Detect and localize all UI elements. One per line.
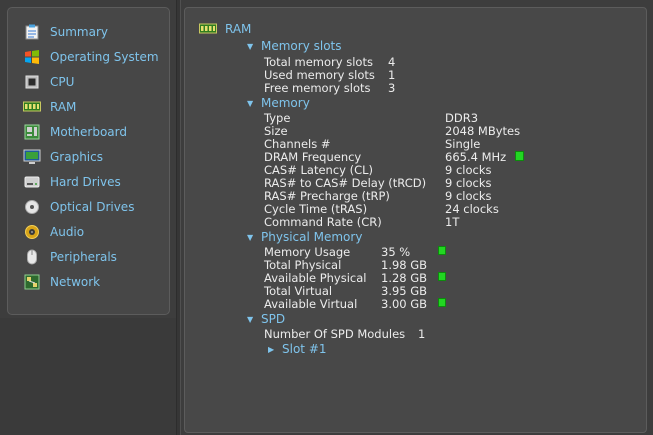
sidebar-item-ram[interactable]: RAM [8,94,169,119]
audio-icon [23,224,41,240]
sidebar-item-operating-system[interactable]: Operating System [8,44,169,69]
row-value: 3 [388,81,396,95]
sidebar-item-audio[interactable]: Audio [8,219,169,244]
motherboard-icon [23,124,41,140]
section-spd[interactable]: ▼ SPD [247,312,285,326]
splitter[interactable] [176,0,181,435]
sidebar-item-label: Motherboard [50,124,127,139]
windows-icon [23,49,41,65]
details-panel: RAM ▼ Memory slots Total memory slots 4 … [184,7,647,433]
row-label: Number Of SPD Modules [264,327,406,341]
summary-icon [23,24,41,40]
status-indicator [438,272,446,281]
status-indicator [515,151,524,161]
sidebar-item-label: CPU [50,74,75,89]
expanded-triangle-icon: ▼ [247,232,254,242]
status-indicator [438,246,446,255]
sidebar-item-label: Network [50,274,101,289]
sidebar-item-cpu[interactable]: CPU [8,69,169,94]
row-label: Available Virtual [264,297,358,311]
sidebar-item-label: Peripherals [50,249,117,264]
mouse-icon [23,249,41,265]
section-memory[interactable]: ▼ Memory [247,96,310,110]
sidebar-item-label: RAM [50,99,77,114]
sidebar-item-optical-drives[interactable]: Optical Drives [8,194,169,219]
row-value: 1T [445,215,460,229]
sidebar-item-graphics[interactable]: Graphics [8,144,169,169]
collapsed-triangle-icon: ▶ [268,344,275,354]
section-physical-memory[interactable]: ▼ Physical Memory [247,230,362,244]
ram-icon [23,99,41,115]
tree-item-slot-1[interactable]: ▶ Slot #1 [268,342,327,356]
section-memory-slots[interactable]: ▼ Memory slots [247,39,342,53]
sidebar-item-label: Optical Drives [50,199,135,214]
tree-root-label: RAM [225,22,252,36]
hard-drive-icon [23,174,41,190]
row-value: 3.00 GB [381,297,428,311]
sidebar-item-hard-drives[interactable]: Hard Drives [8,169,169,194]
section-title: Memory [261,96,310,110]
sidebar: Summary Operating System CPU RAM Motherb… [7,7,170,315]
sidebar-item-label: Summary [50,24,108,39]
tree-root-ram[interactable]: RAM [199,22,251,36]
optical-drive-icon [23,199,41,215]
expanded-triangle-icon: ▼ [247,314,254,324]
monitor-icon [23,149,41,165]
sidebar-item-label: Operating System [50,49,159,64]
cpu-icon [23,74,41,90]
row-label: Command Rate (CR) [264,215,382,229]
sidebar-item-summary[interactable]: Summary [8,19,169,44]
row-label: Free memory slots [264,81,371,95]
sidebar-background [0,318,176,435]
expanded-triangle-icon: ▼ [247,41,254,51]
section-title: Memory slots [261,39,342,53]
status-indicator [438,298,446,307]
ram-icon [199,23,217,35]
section-title: Physical Memory [261,230,363,244]
sidebar-item-peripherals[interactable]: Peripherals [8,244,169,269]
sidebar-item-label: Graphics [50,149,103,164]
sidebar-item-network[interactable]: Network [8,269,169,294]
sidebar-item-label: Hard Drives [50,174,121,189]
section-title: SPD [261,312,286,326]
sidebar-item-motherboard[interactable]: Motherboard [8,119,169,144]
network-icon [23,274,41,290]
row-value: 1 [418,327,426,341]
tree-item-label: Slot #1 [282,342,327,356]
expanded-triangle-icon: ▼ [247,98,254,108]
sidebar-item-label: Audio [50,224,85,239]
